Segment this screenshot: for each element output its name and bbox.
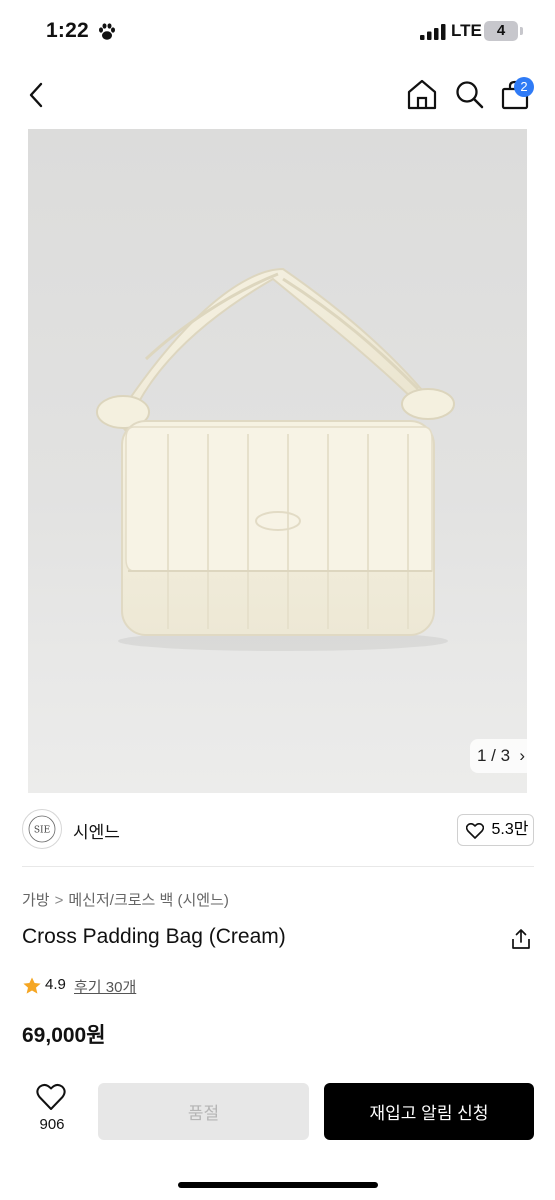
heart-outline-icon <box>466 823 484 839</box>
cart-count-badge: 2 <box>514 77 534 97</box>
product-image-gallery[interactable] <box>28 129 527 793</box>
divider <box>22 866 534 867</box>
breadcrumb-category[interactable]: 가방 <box>22 892 50 909</box>
restock-alert-button[interactable]: 재입고 알림 신청 <box>324 1083 534 1140</box>
image-page-count: 1 / 3 <box>477 746 511 765</box>
star-icon <box>23 977 41 994</box>
breadcrumb-subcategory[interactable]: 메신저/크로스 백 (시엔느) <box>68 892 229 909</box>
reviews-link[interactable]: 후기 30개 <box>74 976 136 997</box>
favorite-count: 906 <box>39 1116 65 1133</box>
search-button[interactable] <box>452 77 486 111</box>
chevron-left-icon <box>29 82 43 108</box>
product-title: Cross Padding Bag (Cream) <box>22 925 286 948</box>
favorite-button[interactable] <box>36 1083 66 1113</box>
signal-icon <box>420 24 446 40</box>
battery-tip <box>520 27 523 35</box>
share-icon <box>512 929 530 949</box>
paw-icon <box>99 23 115 40</box>
network-label: LTE <box>451 21 482 40</box>
share-button[interactable] <box>510 928 532 950</box>
soldout-button: 품절 <box>98 1083 309 1140</box>
seller-logo[interactable]: SIE <box>22 809 62 849</box>
seller-name[interactable]: 시엔느 <box>73 818 120 843</box>
home-button[interactable] <box>405 77 439 111</box>
seller-like-button[interactable]: 5.3만 <box>457 814 534 846</box>
heart-outline-icon <box>36 1083 66 1110</box>
home-icon <box>407 79 437 110</box>
breadcrumb-separator: > <box>54 892 64 909</box>
battery-icon: 4 <box>484 21 518 41</box>
seller-logo-text: SIE <box>34 826 50 836</box>
battery-level: 4 <box>496 22 506 39</box>
status-bar: 1:22 LTE 4 <box>0 0 555 64</box>
product-price: 69,000원 <box>22 1024 106 1047</box>
seller-logo-icon: SIE <box>28 815 56 843</box>
search-icon <box>456 81 484 109</box>
image-page-indicator[interactable]: 1 / 3 › <box>470 739 534 773</box>
status-time: 1:22 <box>46 19 89 42</box>
home-indicator[interactable] <box>178 1182 378 1188</box>
next-image-arrow: › <box>519 746 525 765</box>
back-button[interactable] <box>22 78 52 112</box>
seller-like-count: 5.3만 <box>491 821 529 838</box>
breadcrumb: 가방 > 메신저/크로스 백 (시엔느) <box>22 889 229 910</box>
product-image <box>96 267 455 651</box>
rating-value: 4.9 <box>45 976 66 993</box>
